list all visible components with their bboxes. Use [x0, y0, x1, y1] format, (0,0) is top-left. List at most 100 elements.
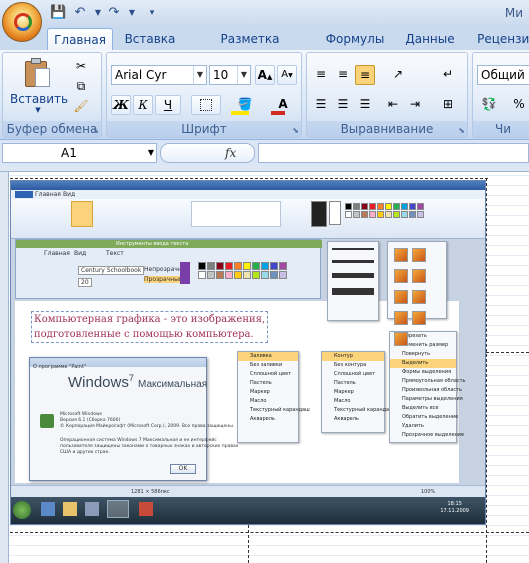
font-name-combo[interactable]: Arial Cyr ▼: [111, 65, 207, 85]
windows-logo-text: Windows: [68, 374, 129, 391]
customize-qat-icon[interactable]: ▾: [144, 5, 160, 21]
font-color-button[interactable]: A: [267, 95, 299, 115]
fill-menu-item: Маркер: [250, 389, 270, 395]
paste-button[interactable]: Вставить ▼: [9, 55, 68, 117]
insert-function-button[interactable]: fx: [225, 143, 236, 163]
italic-button[interactable]: К: [133, 95, 153, 115]
borders-button[interactable]: [191, 95, 221, 115]
paste-dropdown-icon[interactable]: ▼: [10, 106, 66, 114]
fill-menu-title: Заливка: [238, 352, 298, 361]
tab-review[interactable]: Рецензир: [472, 28, 529, 50]
tab-home[interactable]: Главная: [47, 28, 113, 50]
dialog-launcher-icon[interactable]: ⬊: [458, 126, 465, 135]
paint-title-bar: [11, 181, 485, 190]
tab-page-layout[interactable]: Разметка страницы: [190, 28, 310, 68]
chevron-down-icon[interactable]: ▼: [193, 66, 206, 84]
redo-dropdown-icon[interactable]: ▼: [124, 5, 140, 21]
currency-icon[interactable]: 💱: [477, 95, 501, 115]
brush-icon: [394, 290, 408, 304]
palette-swatch: [377, 203, 384, 210]
ribbon: Вставить ▼ ✂ ⧉ 🖌 Буфер обмена ⬊ Arial Cy…: [0, 50, 529, 140]
align-center-icon[interactable]: ☰: [333, 95, 353, 115]
canvas-size-label: 1281 × 586пкс: [131, 489, 170, 495]
tab-data[interactable]: Данные: [400, 28, 460, 50]
paint-tab-view: Вид: [63, 191, 76, 198]
format-painter-icon[interactable]: 🖌: [71, 97, 91, 117]
font-size-combo[interactable]: 10 ▼: [209, 65, 251, 85]
number-format-combo[interactable]: Общий: [477, 65, 529, 85]
office-button[interactable]: [2, 2, 42, 42]
name-box[interactable]: A1 ▼: [2, 143, 157, 163]
underline-button[interactable]: Ч: [155, 95, 181, 115]
tab-formulas[interactable]: Формулы: [320, 28, 390, 50]
brush-icon: [412, 311, 426, 325]
palette-swatch: [198, 271, 206, 279]
clipboard-icon: [25, 58, 51, 88]
select-menu-item: Прямоугольная область: [402, 378, 466, 384]
palette-swatch: [377, 211, 384, 218]
align-middle-icon[interactable]: ≡: [333, 65, 353, 85]
palette-swatch: [401, 211, 408, 218]
chevron-down-icon[interactable]: ▼: [237, 66, 250, 84]
redo-icon[interactable]: ↷: [106, 5, 122, 21]
formula-input[interactable]: [258, 143, 529, 163]
wrap-text-icon[interactable]: ↵: [433, 65, 463, 85]
dialog-launcher-icon[interactable]: ⬊: [92, 126, 99, 135]
select-menu-item: Прозрачное выделение: [402, 432, 465, 438]
align-right-icon[interactable]: ☰: [355, 95, 375, 115]
inner-color1-icon: [180, 262, 190, 284]
copy-icon[interactable]: ⧉: [71, 77, 91, 97]
brush-icon: [394, 332, 408, 346]
merge-center-icon[interactable]: ⊞: [433, 95, 463, 115]
increase-indent-icon[interactable]: ⇥: [405, 95, 425, 115]
select-menu-item: Произвольная область: [402, 387, 462, 393]
windows-edition: Максимальная: [138, 379, 208, 390]
embedded-screenshot[interactable]: Главная Вид Инструменты ввода текста Гла…: [10, 180, 486, 525]
column-headers[interactable]: [0, 166, 529, 172]
taskbar-ie-icon: [41, 502, 55, 516]
undo-icon[interactable]: ↶: [72, 5, 88, 21]
taskbar-paint-icon: [107, 500, 129, 518]
tab-insert[interactable]: Вставка: [120, 28, 180, 50]
outline-menu-item: Текстурный карандаш: [334, 407, 394, 413]
shrink-font-button[interactable]: A▼: [277, 65, 297, 85]
palette-swatch: [361, 211, 368, 218]
palette-swatch: [393, 203, 400, 210]
select-menu-item: Выделить все: [402, 405, 439, 411]
palette-swatch: [353, 203, 360, 210]
cut-icon[interactable]: ✂: [71, 57, 91, 77]
decrease-indent-icon[interactable]: ⇤: [383, 95, 403, 115]
align-left-icon[interactable]: ☰: [311, 95, 331, 115]
palette-swatch: [417, 211, 424, 218]
palette-swatch: [207, 262, 215, 270]
page-break-line: [10, 178, 488, 179]
dialog-launcher-icon[interactable]: ⬊: [292, 126, 299, 135]
ribbon-tabs: Главная Вставка Разметка страницы Формул…: [0, 28, 529, 68]
palette-swatch: [216, 271, 224, 279]
chevron-down-icon[interactable]: ▼: [148, 144, 154, 162]
inner-font-combo: Century Schoolbook: [78, 266, 145, 275]
select-menu-item: Формы выделения: [402, 369, 452, 375]
fill-color-button[interactable]: 🪣: [229, 95, 261, 115]
palette-swatch: [234, 271, 242, 279]
percent-button[interactable]: %: [509, 95, 529, 115]
clock-time: 18:15: [447, 501, 462, 507]
palette-swatch: [401, 203, 408, 210]
select-menu-item: Параметры выделения: [402, 396, 463, 402]
bold-button[interactable]: Ж: [111, 95, 131, 115]
align-top-icon[interactable]: ≡: [311, 65, 331, 85]
palette-swatch: [345, 211, 352, 218]
window-title: Ми: [504, 6, 523, 20]
outline-menu: Контур Без контура Сплошной цвет Пастель Ма…: [321, 351, 394, 433]
grow-font-button[interactable]: A▲: [255, 65, 275, 85]
align-bottom-icon[interactable]: ≡: [355, 65, 375, 85]
row-headers[interactable]: [0, 172, 9, 563]
save-icon[interactable]: 💾: [50, 5, 66, 21]
fill-menu-item: Акварель: [250, 416, 275, 422]
undo-dropdown-icon[interactable]: ▼: [90, 5, 106, 21]
orientation-icon[interactable]: ↗: [383, 65, 413, 85]
alignment-group: ≡ ≡ ≡ ↗ ☰ ☰ ☰ ⇤ ⇥ ⊞ ↵ Выравнивание ⬊: [306, 52, 468, 138]
about-line: США и других стран.: [60, 450, 110, 455]
number-group-label: Чи: [473, 121, 529, 137]
brush-icon: [412, 248, 426, 262]
